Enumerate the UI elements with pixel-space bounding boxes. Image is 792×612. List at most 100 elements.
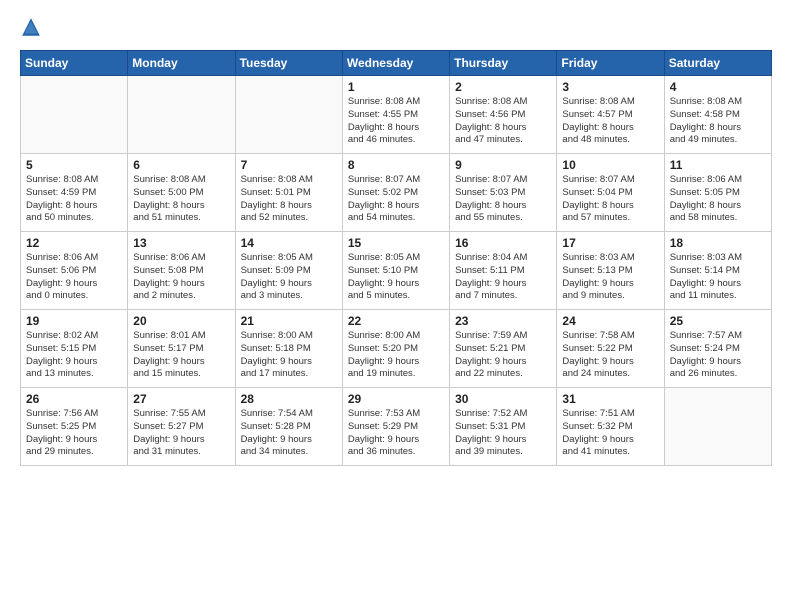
calendar-cell: 27 Sunrise: 7:55 AM Sunset: 5:27 PM Dayli… — [128, 388, 235, 466]
weekday-header-thursday: Thursday — [450, 51, 557, 76]
day-number: 12 — [26, 236, 122, 250]
calendar-cell: 29 Sunrise: 7:53 AM Sunset: 5:29 PM Dayli… — [342, 388, 449, 466]
day-info: Sunrise: 8:08 AM Sunset: 4:56 PM Dayligh… — [455, 96, 551, 147]
calendar-cell: 7 Sunrise: 8:08 AM Sunset: 5:01 PM Daylig… — [235, 154, 342, 232]
day-number: 23 — [455, 314, 551, 328]
calendar-cell: 20Sunrise: 8:01 AM Sunset: 5:17 PM Dayli… — [128, 310, 235, 388]
day-info: Sunrise: 7:58 AM Sunset: 5:22 PM Dayligh… — [562, 330, 658, 381]
calendar-cell: 25 Sunrise: 7:57 AM Sunset: 5:24 PM Dayli… — [664, 310, 771, 388]
calendar-cell — [128, 76, 235, 154]
day-number: 11 — [670, 158, 766, 172]
day-number: 26 — [26, 392, 122, 406]
calendar-cell: 2Sunrise: 8:08 AM Sunset: 4:56 PM Daylig… — [450, 76, 557, 154]
day-number: 5 — [26, 158, 122, 172]
weekday-header-saturday: Saturday — [664, 51, 771, 76]
weekday-header-friday: Friday — [557, 51, 664, 76]
calendar-cell: 24 Sunrise: 7:58 AM Sunset: 5:22 PM Dayli… — [557, 310, 664, 388]
day-number: 19 — [26, 314, 122, 328]
day-number: 6 — [133, 158, 229, 172]
day-info: Sunrise: 8:02 AM Sunset: 5:15 PM Dayligh… — [26, 330, 122, 381]
calendar-cell: 9Sunrise: 8:07 AM Sunset: 5:03 PM Daylig… — [450, 154, 557, 232]
day-info: Sunrise: 8:00 AM Sunset: 5:20 PM Dayligh… — [348, 330, 444, 381]
weekday-header-tuesday: Tuesday — [235, 51, 342, 76]
day-info: Sunrise: 7:52 AM Sunset: 5:31 PM Dayligh… — [455, 408, 551, 459]
calendar: SundayMondayTuesdayWednesdayThursdayFrid… — [20, 50, 772, 466]
calendar-cell: 10Sunrise: 8:07 AM Sunset: 5:04 PM Dayli… — [557, 154, 664, 232]
day-info: Sunrise: 7:57 AM Sunset: 5:24 PM Dayligh… — [670, 330, 766, 381]
day-number: 9 — [455, 158, 551, 172]
day-info: Sunrise: 7:54 AM Sunset: 5:28 PM Dayligh… — [241, 408, 337, 459]
day-number: 27 — [133, 392, 229, 406]
week-row-3: 12 Sunrise: 8:06 AM Sunset: 5:06 PM Dayli… — [21, 232, 772, 310]
day-info: Sunrise: 8:06 AM Sunset: 5:05 PM Dayligh… — [670, 174, 766, 225]
day-info: Sunrise: 8:03 AM Sunset: 5:13 PM Dayligh… — [562, 252, 658, 303]
weekday-header-sunday: Sunday — [21, 51, 128, 76]
calendar-cell: 28 Sunrise: 7:54 AM Sunset: 5:28 PM Dayli… — [235, 388, 342, 466]
calendar-cell: 6 Sunrise: 8:08 AM Sunset: 5:00 PM Daylig… — [128, 154, 235, 232]
day-info: Sunrise: 8:08 AM Sunset: 4:57 PM Dayligh… — [562, 96, 658, 147]
calendar-cell: 31Sunrise: 7:51 AM Sunset: 5:32 PM Dayli… — [557, 388, 664, 466]
calendar-cell: 5 Sunrise: 8:08 AM Sunset: 4:59 PM Daylig… — [21, 154, 128, 232]
day-number: 24 — [562, 314, 658, 328]
day-info: Sunrise: 8:05 AM Sunset: 5:09 PM Dayligh… — [241, 252, 337, 303]
day-info: Sunrise: 8:00 AM Sunset: 5:18 PM Dayligh… — [241, 330, 337, 381]
day-number: 28 — [241, 392, 337, 406]
calendar-cell: 15 Sunrise: 8:05 AM Sunset: 5:10 PM Dayli… — [342, 232, 449, 310]
day-info: Sunrise: 7:51 AM Sunset: 5:32 PM Dayligh… — [562, 408, 658, 459]
calendar-cell: 13 Sunrise: 8:06 AM Sunset: 5:08 PM Dayli… — [128, 232, 235, 310]
day-info: Sunrise: 8:08 AM Sunset: 4:55 PM Dayligh… — [348, 96, 444, 147]
day-info: Sunrise: 8:06 AM Sunset: 5:08 PM Dayligh… — [133, 252, 229, 303]
calendar-cell: 14Sunrise: 8:05 AM Sunset: 5:09 PM Dayli… — [235, 232, 342, 310]
calendar-cell: 1Sunrise: 8:08 AM Sunset: 4:55 PM Daylig… — [342, 76, 449, 154]
logo — [20, 16, 44, 38]
calendar-cell: 21 Sunrise: 8:00 AM Sunset: 5:18 PM Dayli… — [235, 310, 342, 388]
day-info: Sunrise: 7:56 AM Sunset: 5:25 PM Dayligh… — [26, 408, 122, 459]
day-info: Sunrise: 7:55 AM Sunset: 5:27 PM Dayligh… — [133, 408, 229, 459]
week-row-5: 26 Sunrise: 7:56 AM Sunset: 5:25 PM Dayli… — [21, 388, 772, 466]
calendar-cell — [21, 76, 128, 154]
day-info: Sunrise: 8:08 AM Sunset: 5:01 PM Dayligh… — [241, 174, 337, 225]
calendar-cell: 11 Sunrise: 8:06 AM Sunset: 5:05 PM Dayli… — [664, 154, 771, 232]
calendar-cell: 16Sunrise: 8:04 AM Sunset: 5:11 PM Dayli… — [450, 232, 557, 310]
calendar-cell: 19 Sunrise: 8:02 AM Sunset: 5:15 PM Dayli… — [21, 310, 128, 388]
day-number: 21 — [241, 314, 337, 328]
day-info: Sunrise: 7:59 AM Sunset: 5:21 PM Dayligh… — [455, 330, 551, 381]
logo-icon — [20, 16, 42, 38]
day-number: 25 — [670, 314, 766, 328]
day-number: 3 — [562, 80, 658, 94]
day-info: Sunrise: 8:08 AM Sunset: 4:58 PM Dayligh… — [670, 96, 766, 147]
day-info: Sunrise: 8:07 AM Sunset: 5:02 PM Dayligh… — [348, 174, 444, 225]
day-info: Sunrise: 8:07 AM Sunset: 5:04 PM Dayligh… — [562, 174, 658, 225]
day-info: Sunrise: 8:06 AM Sunset: 5:06 PM Dayligh… — [26, 252, 122, 303]
day-info: Sunrise: 8:05 AM Sunset: 5:10 PM Dayligh… — [348, 252, 444, 303]
calendar-cell: 3 Sunrise: 8:08 AM Sunset: 4:57 PM Daylig… — [557, 76, 664, 154]
calendar-cell — [235, 76, 342, 154]
day-info: Sunrise: 8:08 AM Sunset: 4:59 PM Dayligh… — [26, 174, 122, 225]
header — [20, 16, 772, 38]
week-row-4: 19 Sunrise: 8:02 AM Sunset: 5:15 PM Dayli… — [21, 310, 772, 388]
day-number: 30 — [455, 392, 551, 406]
day-number: 20 — [133, 314, 229, 328]
day-number: 18 — [670, 236, 766, 250]
calendar-cell: 8 Sunrise: 8:07 AM Sunset: 5:02 PM Daylig… — [342, 154, 449, 232]
day-info: Sunrise: 8:08 AM Sunset: 5:00 PM Dayligh… — [133, 174, 229, 225]
day-number: 4 — [670, 80, 766, 94]
calendar-cell: 22Sunrise: 8:00 AM Sunset: 5:20 PM Dayli… — [342, 310, 449, 388]
calendar-cell: 18Sunrise: 8:03 AM Sunset: 5:14 PM Dayli… — [664, 232, 771, 310]
day-number: 13 — [133, 236, 229, 250]
day-number: 15 — [348, 236, 444, 250]
calendar-cell — [664, 388, 771, 466]
calendar-cell: 17 Sunrise: 8:03 AM Sunset: 5:13 PM Dayli… — [557, 232, 664, 310]
weekday-header-row: SundayMondayTuesdayWednesdayThursdayFrid… — [21, 51, 772, 76]
day-info: Sunrise: 7:53 AM Sunset: 5:29 PM Dayligh… — [348, 408, 444, 459]
day-number: 8 — [348, 158, 444, 172]
day-number: 29 — [348, 392, 444, 406]
weekday-header-wednesday: Wednesday — [342, 51, 449, 76]
weekday-header-monday: Monday — [128, 51, 235, 76]
day-number: 7 — [241, 158, 337, 172]
page: SundayMondayTuesdayWednesdayThursdayFrid… — [0, 0, 792, 612]
calendar-cell: 4 Sunrise: 8:08 AM Sunset: 4:58 PM Daylig… — [664, 76, 771, 154]
day-number: 17 — [562, 236, 658, 250]
day-info: Sunrise: 8:04 AM Sunset: 5:11 PM Dayligh… — [455, 252, 551, 303]
calendar-cell: 23 Sunrise: 7:59 AM Sunset: 5:21 PM Dayli… — [450, 310, 557, 388]
